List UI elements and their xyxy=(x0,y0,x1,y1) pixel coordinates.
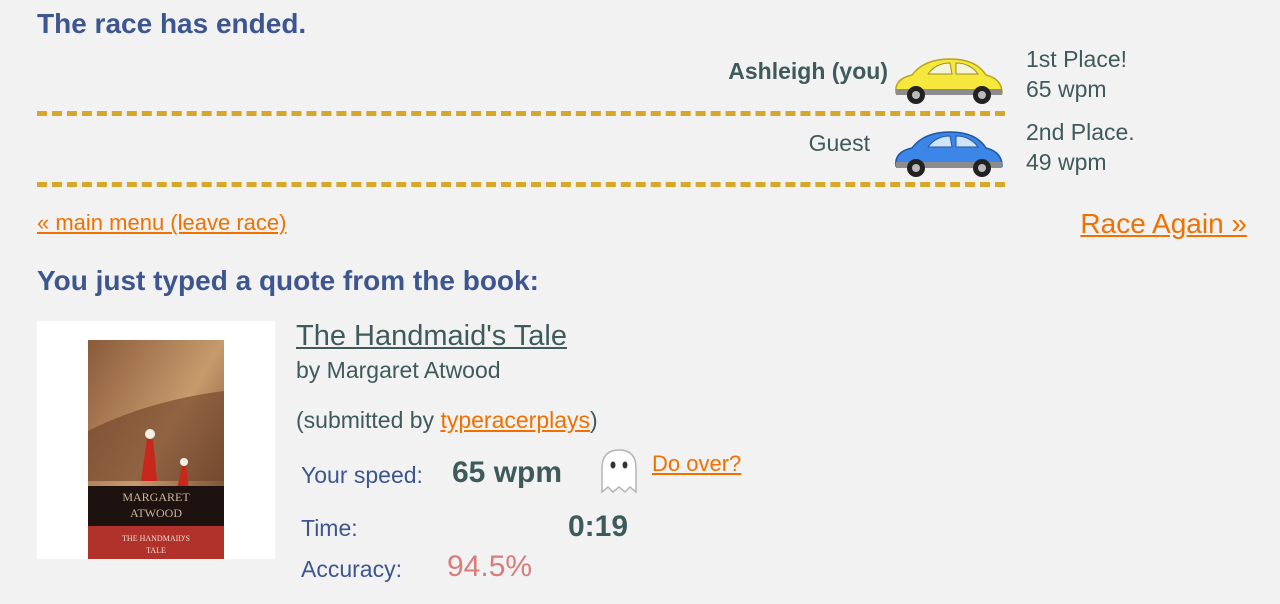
submitted-suffix: ) xyxy=(590,407,598,433)
race-status-title: The race has ended. xyxy=(37,8,307,39)
ghost-icon[interactable] xyxy=(594,446,644,501)
race-again-link[interactable]: Race Again » xyxy=(1080,208,1247,240)
svg-text:TALE: TALE xyxy=(146,546,166,555)
racer-place-guest: 2nd Place. xyxy=(1026,119,1135,145)
book-title-link[interactable]: The Handmaid's Tale xyxy=(296,320,567,353)
track-divider xyxy=(37,182,1005,187)
book-cover[interactable]: MARGARET ATWOOD THE HANDMAID'S TALE xyxy=(37,321,275,559)
svg-text:ATWOOD: ATWOOD xyxy=(130,506,182,520)
accuracy-label: Accuracy: xyxy=(301,556,402,582)
svg-text:THE HANDMAID'S: THE HANDMAID'S xyxy=(122,534,190,543)
blue-car-icon xyxy=(890,128,1006,183)
racer-name-you: Ashleigh (you) xyxy=(728,58,888,84)
submitted-by: (submitted by typeracerplays) xyxy=(296,407,598,434)
track-divider xyxy=(37,111,1005,116)
speed-value: 65 wpm xyxy=(452,456,563,489)
main-menu-link[interactable]: « main menu (leave race) xyxy=(37,210,286,236)
racer-place-you: 1st Place! xyxy=(1026,46,1127,72)
submitted-prefix: (submitted by xyxy=(296,407,441,433)
time-label: Time: xyxy=(301,515,358,541)
yellow-car-icon xyxy=(890,55,1006,110)
svg-text:MARGARET: MARGARET xyxy=(122,490,190,504)
do-over-link[interactable]: Do over? xyxy=(652,451,741,477)
submitter-link[interactable]: typeracerplays xyxy=(440,407,590,433)
speed-label: Your speed: xyxy=(301,462,423,488)
racer-wpm-guest: 49 wpm xyxy=(1026,149,1107,175)
racer-name-guest: Guest xyxy=(808,130,870,156)
quote-heading: You just typed a quote from the book: xyxy=(37,265,539,296)
accuracy-value: 94.5% xyxy=(447,550,533,583)
book-author: by Margaret Atwood xyxy=(296,357,501,383)
racer-wpm-you: 65 wpm xyxy=(1026,76,1107,102)
time-value: 0:19 xyxy=(568,510,629,543)
